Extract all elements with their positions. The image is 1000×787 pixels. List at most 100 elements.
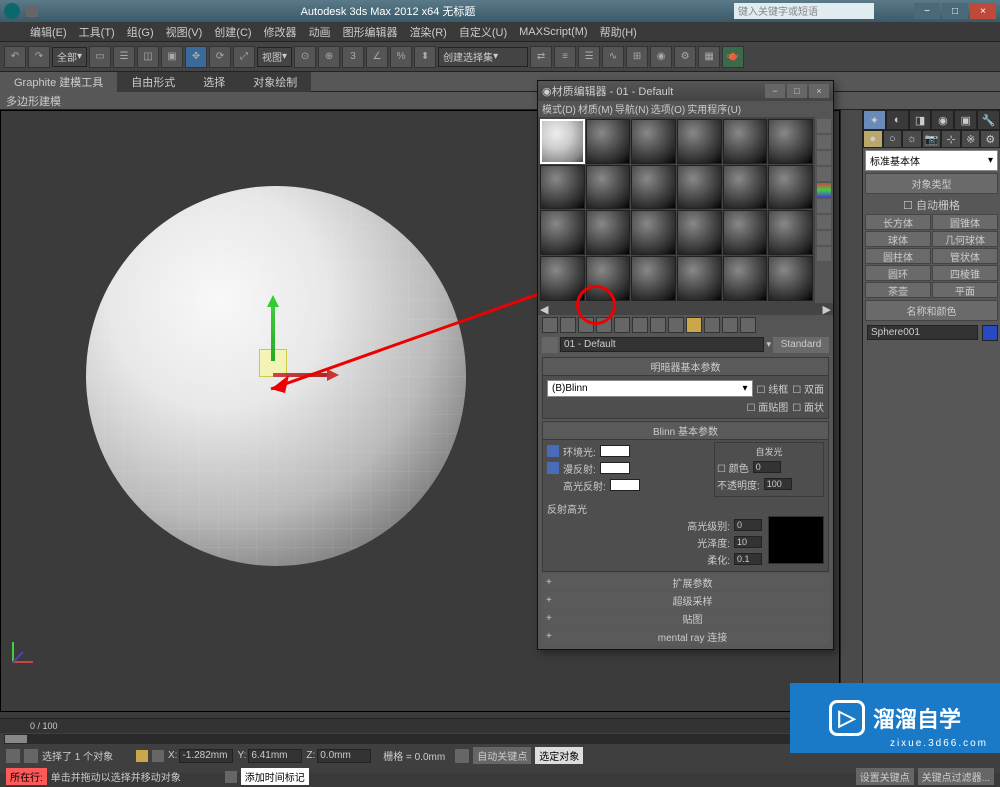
mat-slot[interactable] [540, 165, 585, 210]
supersampling-rollout[interactable]: +超级采样 [542, 592, 829, 609]
mat-slot[interactable] [631, 119, 676, 164]
mat-slot[interactable] [677, 119, 722, 164]
snap-button[interactable]: 3 [342, 46, 364, 68]
opacity-spinner[interactable]: 100 [764, 478, 792, 490]
mat-slot-1[interactable] [540, 119, 585, 164]
reset-map-button[interactable] [596, 317, 612, 333]
mat-slot[interactable] [586, 119, 631, 164]
object-name-input[interactable]: Sphere001 [867, 325, 978, 340]
options-icon[interactable] [817, 215, 831, 229]
mat-slot[interactable] [768, 165, 813, 210]
motion-tab[interactable]: ◉ [931, 110, 954, 130]
autokey-button[interactable]: 自动关键点 [473, 747, 531, 764]
plane-button[interactable]: 平面 [932, 282, 998, 298]
torus-button[interactable]: 圆环 [865, 265, 931, 281]
render-button[interactable]: 🫖 [722, 46, 744, 68]
percent-snap-button[interactable]: % [390, 46, 412, 68]
utilities-tab[interactable]: 🔧 [977, 110, 1000, 130]
z-coord-input[interactable]: 0.0mm [317, 749, 371, 763]
cone-button[interactable]: 圆锥体 [932, 214, 998, 230]
object-color-swatch[interactable] [982, 325, 998, 341]
keyfilter-button[interactable]: 关键点过滤器... [918, 768, 994, 785]
ribbon-tab-selection[interactable]: 选择 [189, 72, 239, 92]
geometry-type-dropdown[interactable]: 标准基本体▾ [865, 150, 998, 171]
show-end-result-button[interactable] [704, 317, 720, 333]
helpers-cat[interactable]: ⊹ [941, 130, 961, 148]
rotate-button[interactable]: ⟳ [209, 46, 231, 68]
ambient-lock-icon[interactable] [547, 445, 559, 457]
mat-menu-nav[interactable]: 导航(N) [615, 101, 649, 117]
menu-views[interactable]: 视图(V) [162, 24, 207, 40]
mat-slot[interactable] [631, 165, 676, 210]
setkey-button[interactable]: 设置关键点 [856, 768, 914, 785]
mat-slot[interactable] [723, 165, 768, 210]
spinner-snap-button[interactable]: ⬍ [414, 46, 436, 68]
menu-animation[interactable]: 动画 [305, 24, 335, 40]
ribbon-tab-freeform[interactable]: 自由形式 [117, 72, 189, 92]
select-region-button[interactable]: ◫ [137, 46, 159, 68]
backlight-icon[interactable] [817, 135, 831, 149]
menu-modifiers[interactable]: 修改器 [260, 24, 301, 40]
menu-group[interactable]: 组(G) [123, 24, 158, 40]
hierarchy-tab[interactable]: ◨ [909, 110, 932, 130]
systems-cat[interactable]: ⚙ [980, 130, 1000, 148]
maxscript-listener-icon[interactable] [6, 749, 20, 763]
mat-slot[interactable] [631, 210, 676, 255]
menu-help[interactable]: 帮助(H) [596, 24, 641, 40]
go-parent-button[interactable] [722, 317, 738, 333]
create-tab[interactable]: ✦ [863, 110, 886, 130]
uv-tiling-icon[interactable] [817, 167, 831, 181]
mat-slot[interactable] [768, 119, 813, 164]
soften-spinner[interactable]: 0.1 [734, 553, 762, 565]
mat-menu-mode[interactable]: 模式(D) [542, 101, 576, 117]
geometry-cat[interactable]: ● [863, 130, 883, 148]
schematic-button[interactable]: ⊞ [626, 46, 648, 68]
background-icon[interactable] [817, 151, 831, 165]
video-color-icon[interactable] [817, 183, 831, 197]
mat-slot[interactable] [677, 210, 722, 255]
mat-editor-titlebar[interactable]: ◉ 材质编辑器 - 01 - Default − □ × [538, 81, 833, 101]
wire-checkbox[interactable]: ☐ 线框 [757, 381, 789, 396]
material-editor-button[interactable]: ◉ [650, 46, 672, 68]
layers-button[interactable]: ☰ [578, 46, 600, 68]
mat-slot[interactable] [723, 210, 768, 255]
make-copy-button[interactable] [614, 317, 630, 333]
material-id-button[interactable] [668, 317, 684, 333]
mat-max-button[interactable]: □ [787, 84, 807, 98]
app-menu-icon[interactable] [4, 23, 22, 41]
mat-min-button[interactable]: − [765, 84, 785, 98]
mat-slot[interactable] [586, 165, 631, 210]
space-cat[interactable]: ※ [961, 130, 981, 148]
mat-slot[interactable] [586, 210, 631, 255]
ambient-swatch[interactable] [600, 445, 630, 457]
geosphere-button[interactable]: 几何球体 [932, 231, 998, 247]
material-type-button[interactable]: Standard [773, 337, 829, 353]
object-type-rollout[interactable]: 对象类型 [865, 173, 998, 194]
lights-cat[interactable]: ☼ [902, 130, 922, 148]
selfillum-color-checkbox[interactable]: ☐ 颜色 [717, 460, 749, 475]
render-frame-button[interactable]: ▦ [698, 46, 720, 68]
shader-rollout-header[interactable]: 明暗器基本参数 [543, 358, 828, 376]
glossiness-spinner[interactable]: 10 [734, 536, 762, 548]
viewport-cube-strip[interactable] [840, 110, 862, 712]
manipulate-button[interactable]: ⊕ [318, 46, 340, 68]
selection-filter-dropdown[interactable]: 全部 ▾ [52, 47, 87, 67]
pivot-button[interactable]: ⊙ [294, 46, 316, 68]
material-name-input[interactable]: 01 - Default [560, 337, 764, 352]
mat-slot[interactable] [768, 210, 813, 255]
mat-slot[interactable] [586, 256, 631, 301]
mat-slot[interactable] [540, 256, 585, 301]
trackbar-key[interactable] [5, 735, 27, 743]
select-by-mat-icon[interactable] [817, 231, 831, 245]
maximize-button[interactable]: □ [942, 3, 968, 19]
go-forward-button[interactable] [740, 317, 756, 333]
mat-slot[interactable] [677, 165, 722, 210]
select-button[interactable]: ▭ [89, 46, 111, 68]
menu-create[interactable]: 创建(C) [210, 24, 255, 40]
maps-rollout[interactable]: +贴图 [542, 610, 829, 627]
qat-icon[interactable] [26, 5, 38, 17]
minimize-button[interactable]: − [914, 3, 940, 19]
lock-icon[interactable] [136, 750, 148, 762]
gizmo-x-axis[interactable] [273, 373, 333, 377]
help-search-input[interactable]: 键入关键字或短语 [734, 3, 874, 19]
